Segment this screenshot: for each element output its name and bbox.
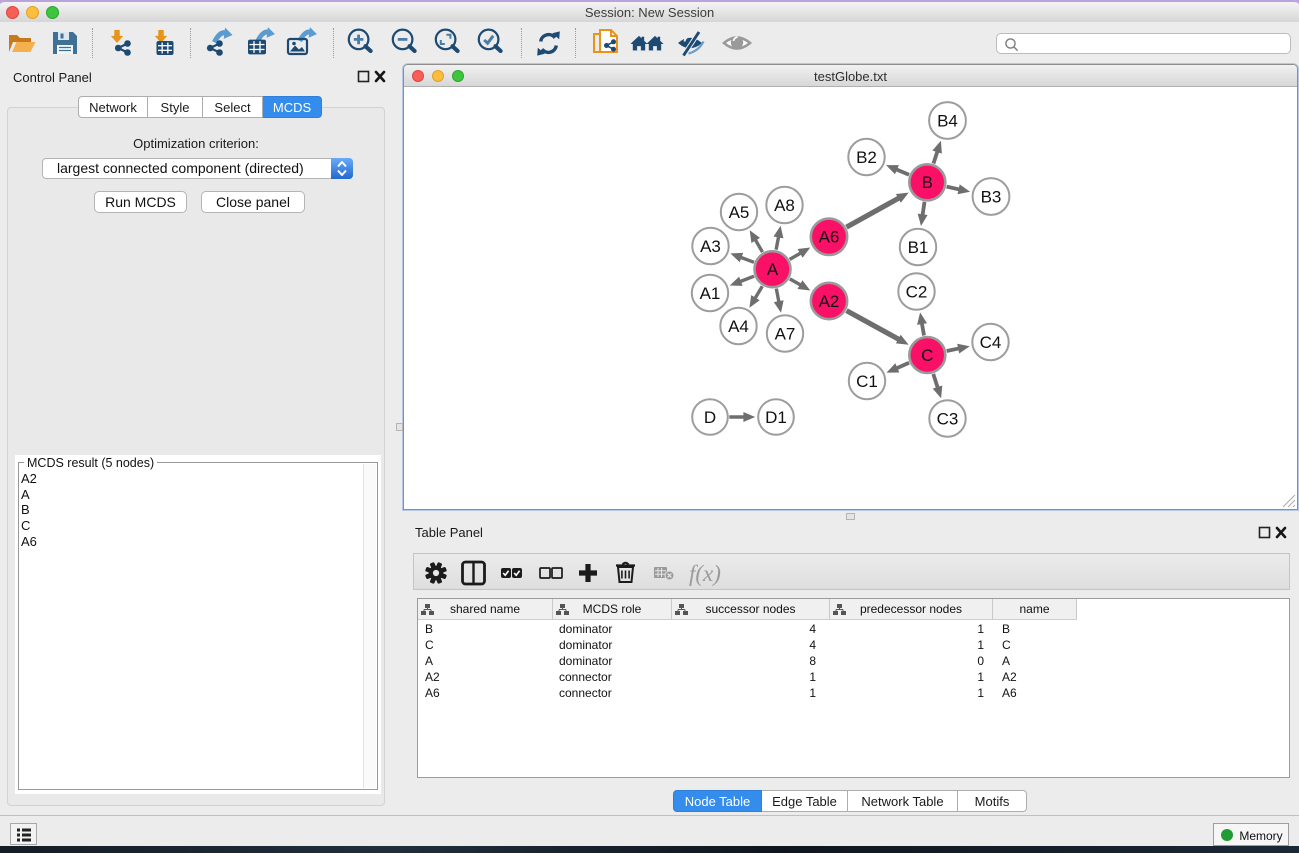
svg-text:B2: B2: [856, 148, 877, 167]
svg-text:B1: B1: [908, 238, 929, 257]
svg-text:B: B: [922, 173, 933, 192]
svg-text:f(x): f(x): [689, 561, 721, 586]
svg-text:A6: A6: [819, 228, 840, 247]
svg-text:C: C: [921, 346, 933, 365]
svg-text:A: A: [767, 260, 779, 279]
svg-text:A1: A1: [700, 284, 721, 303]
svg-text:A5: A5: [729, 203, 750, 222]
svg-text:A8: A8: [774, 196, 795, 215]
svg-text:D1: D1: [765, 408, 787, 427]
svg-text:A2: A2: [819, 292, 840, 311]
svg-text:C1: C1: [856, 372, 878, 391]
svg-text:D: D: [704, 408, 716, 427]
svg-text:C2: C2: [906, 282, 928, 301]
svg-text:A3: A3: [700, 237, 721, 256]
svg-text:B4: B4: [937, 111, 958, 130]
svg-text:B3: B3: [981, 187, 1002, 206]
svg-text:C4: C4: [980, 333, 1002, 352]
svg-text:A7: A7: [775, 324, 796, 343]
svg-text:A4: A4: [728, 317, 749, 336]
svg-text:C3: C3: [937, 409, 959, 428]
